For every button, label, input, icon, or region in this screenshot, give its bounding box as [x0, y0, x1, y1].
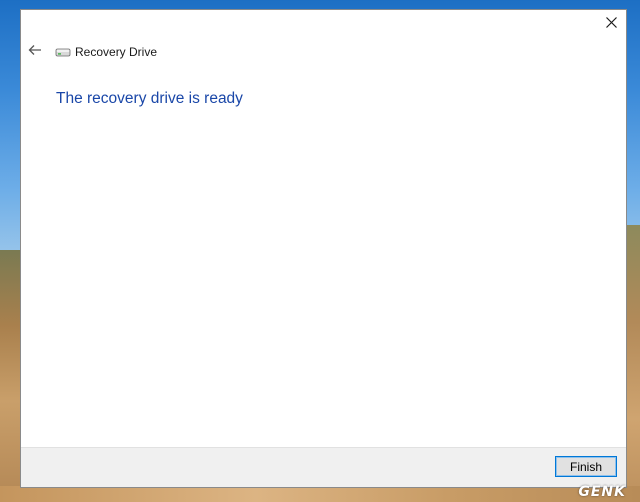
recovery-drive-window: Recovery Drive The recovery drive is rea… — [20, 9, 627, 488]
close-icon — [605, 15, 617, 33]
desktop-dune-right — [626, 225, 640, 502]
back-arrow-icon — [28, 43, 42, 61]
page-heading: The recovery drive is ready — [56, 90, 243, 107]
watermark-logo: GENK — [578, 484, 626, 500]
window-title: Recovery Drive — [75, 45, 158, 59]
window-title-bar: Recovery Drive — [55, 44, 157, 60]
finish-button[interactable]: Finish — [555, 456, 617, 477]
button-footer: Finish — [21, 447, 626, 487]
desktop-dune-bottom — [0, 486, 640, 502]
drive-icon — [55, 46, 71, 58]
back-button[interactable] — [27, 44, 43, 60]
desktop-dune-left — [0, 250, 22, 502]
close-button[interactable] — [596, 10, 626, 38]
